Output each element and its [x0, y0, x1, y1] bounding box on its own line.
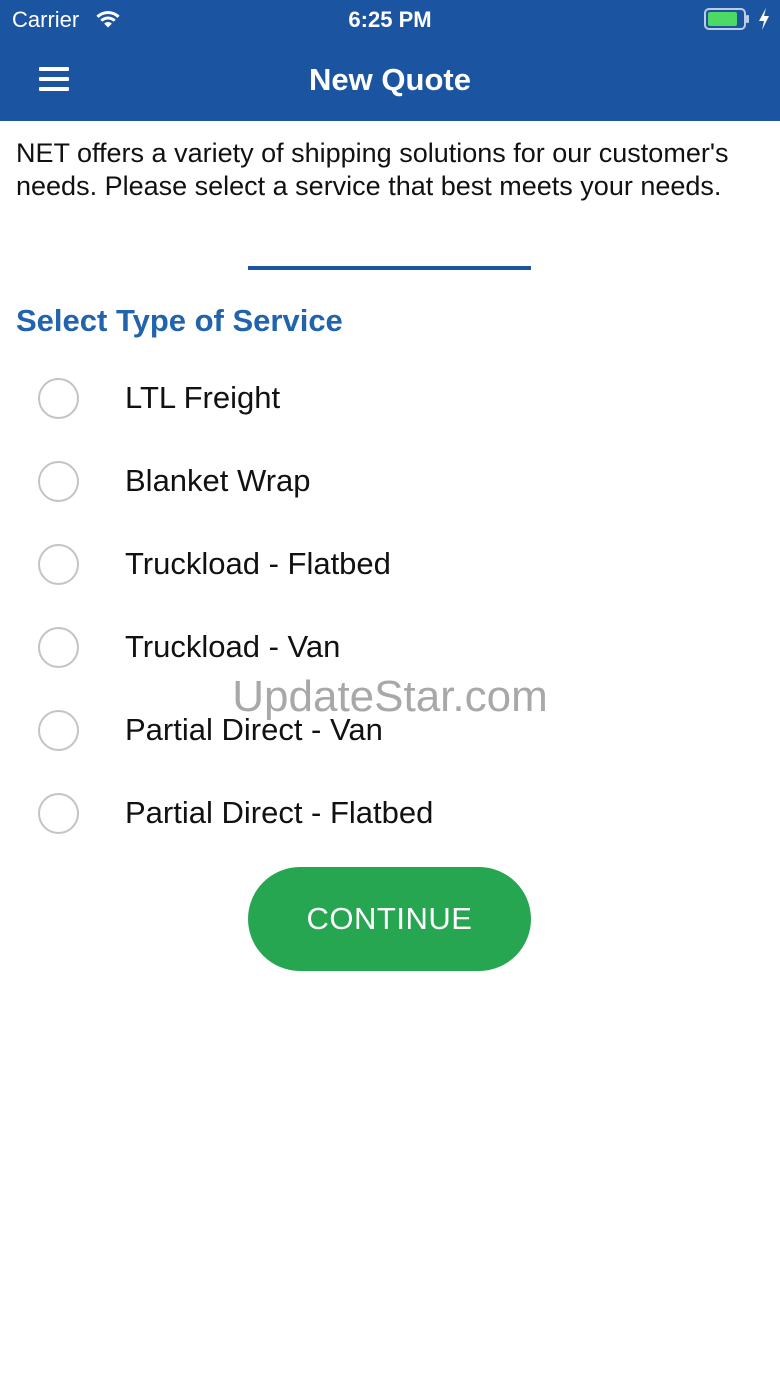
top-bar: Carrier 6:25 PM New Quote	[0, 0, 780, 121]
radio-button[interactable]	[38, 544, 79, 585]
service-option-truckload-flatbed[interactable]: Truckload - Flatbed	[0, 522, 780, 605]
radio-button[interactable]	[38, 710, 79, 751]
service-option-partial-direct-van[interactable]: Partial Direct - Van	[0, 688, 780, 771]
service-option-truckload-van[interactable]: Truckload - Van	[0, 605, 780, 688]
option-label: Truckload - Flatbed	[125, 546, 391, 581]
option-label: Truckload - Van	[125, 629, 341, 664]
intro-text: NET offers a variety of shipping solutio…	[16, 138, 729, 201]
option-label: LTL Freight	[125, 380, 281, 415]
service-option-partial-direct-flatbed[interactable]: Partial Direct - Flatbed	[0, 771, 780, 854]
section-heading: Select Type of Service	[16, 303, 343, 338]
page-title: New Quote	[309, 62, 471, 97]
battery-icon	[704, 8, 749, 30]
status-bar: Carrier 6:25 PM	[0, 0, 780, 40]
status-time: 6:25 PM	[348, 7, 432, 32]
continue-button[interactable]: CONTINUE	[248, 867, 531, 971]
charging-bolt-icon	[759, 8, 769, 30]
service-option-blanket-wrap[interactable]: Blanket Wrap	[0, 439, 780, 522]
radio-button[interactable]	[38, 627, 79, 668]
service-option-list: LTL Freight Blanket Wrap Truckload - Fla…	[0, 356, 780, 854]
radio-button[interactable]	[38, 793, 79, 834]
nav-bar: New Quote	[0, 40, 780, 121]
radio-button[interactable]	[38, 378, 79, 419]
radio-button[interactable]	[38, 461, 79, 502]
service-option-ltl-freight[interactable]: LTL Freight	[0, 356, 780, 439]
option-label: Partial Direct - Flatbed	[125, 795, 434, 830]
divider	[248, 266, 531, 270]
option-label: Partial Direct - Van	[125, 712, 383, 747]
option-label: Blanket Wrap	[125, 463, 311, 498]
